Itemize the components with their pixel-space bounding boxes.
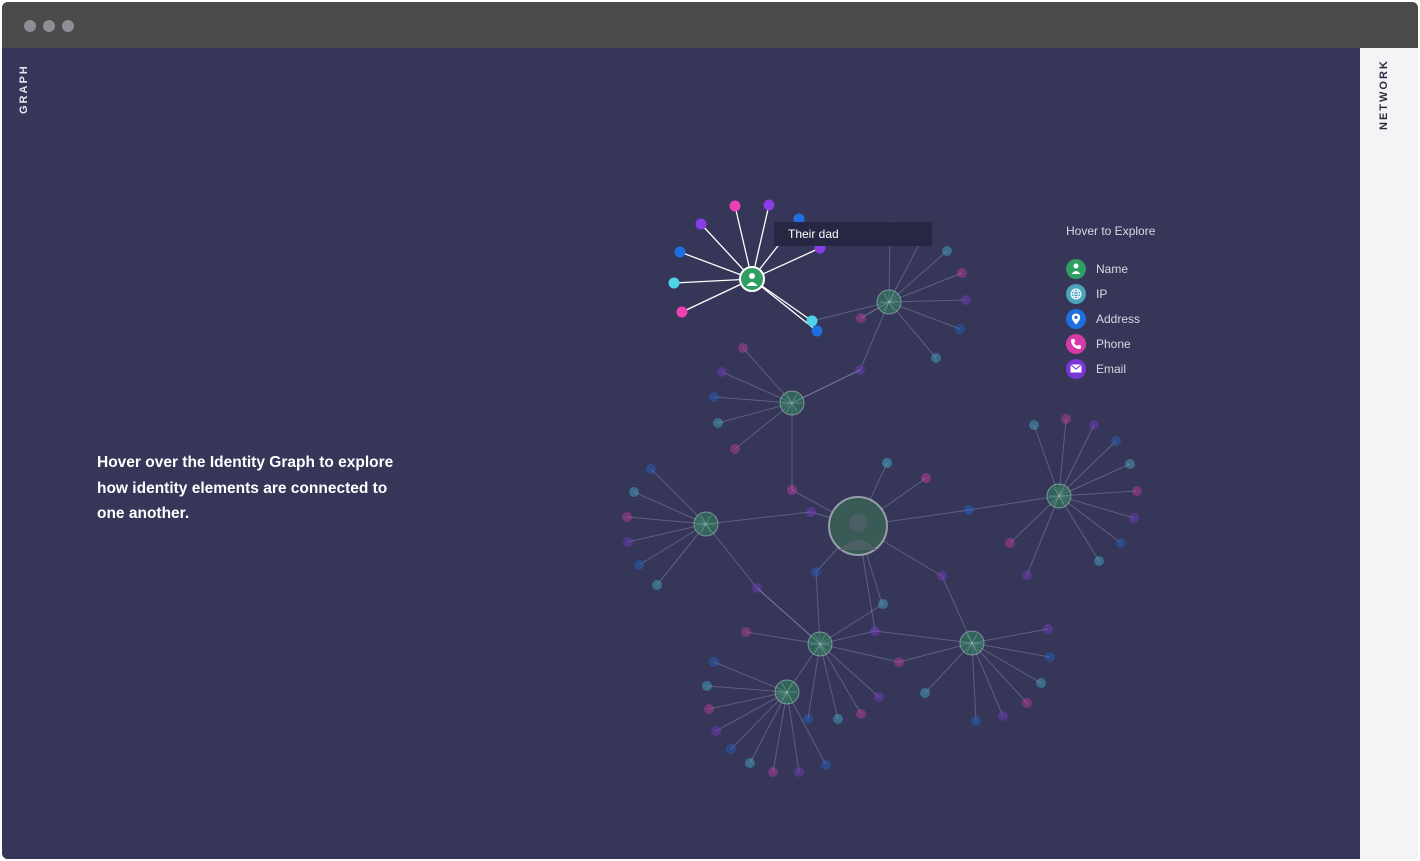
graph-node: [921, 473, 931, 483]
graph-node: [738, 343, 748, 353]
graph-node: [878, 599, 888, 609]
graph-node: [629, 487, 639, 497]
highlighted-node: [811, 325, 823, 337]
graph-node: [1029, 420, 1039, 430]
graph-node: [709, 657, 719, 667]
graph-node: [1089, 420, 1099, 430]
location-pin-icon: [1066, 308, 1086, 329]
envelope-icon: [1066, 358, 1086, 379]
highlighted-node: [729, 200, 741, 212]
graph-edge: [1026, 495, 1060, 576]
graph-node: [811, 567, 821, 577]
highlighted-node: [695, 218, 707, 230]
graph-node: [870, 626, 880, 636]
graph-node: [1129, 513, 1139, 523]
phone-icon: [1066, 333, 1086, 354]
legend-item-email: Email: [1066, 356, 1206, 381]
graph-node: [709, 392, 719, 402]
graph-node: [1116, 538, 1126, 548]
graph-node: [745, 758, 755, 768]
graph-node: [717, 367, 727, 377]
highlighted-node: [674, 246, 686, 258]
graph-node: [964, 505, 974, 515]
graph-node: [833, 714, 843, 724]
legend: Hover to Explore Name IP Address Phone E…: [1066, 224, 1206, 381]
graph-node: [1061, 414, 1071, 424]
network-tab-label[interactable]: NETWORK: [1378, 59, 1390, 130]
close-window-dot[interactable]: [24, 20, 36, 32]
graph-node: [1132, 486, 1142, 496]
graph-node: [634, 560, 644, 570]
person-icon: [1066, 258, 1086, 279]
graph-node: [937, 571, 947, 581]
graph-edge: [968, 495, 1060, 511]
graph-node: [961, 295, 971, 305]
graph-node: [711, 726, 721, 736]
graph-node: [971, 716, 981, 726]
maximize-window-dot[interactable]: [62, 20, 74, 32]
graph-edge: [874, 630, 973, 644]
title-bar: [2, 2, 1418, 48]
graph-node: [1022, 570, 1032, 580]
graph-node: [942, 246, 952, 256]
graph-node: [741, 627, 751, 637]
graph-node: [821, 760, 831, 770]
graph-node: [768, 767, 778, 777]
graph-node: [704, 704, 714, 714]
legend-item-name: Name: [1066, 256, 1206, 281]
legend-item-address: Address: [1066, 306, 1206, 331]
network-tab[interactable]: NETWORK: [1360, 48, 1418, 859]
graph-node: [856, 709, 866, 719]
person-silhouette-head: [849, 514, 867, 532]
person-icon: [749, 273, 755, 279]
graph-node: [1045, 652, 1055, 662]
graph-node: [1022, 698, 1032, 708]
legend-item-ip: IP: [1066, 281, 1206, 306]
graph-node: [713, 418, 723, 428]
graph-node: [998, 711, 1008, 721]
graph-node: [726, 744, 736, 754]
graph-node: [931, 353, 941, 363]
graph-node: [646, 464, 656, 474]
graph-node: [730, 444, 740, 454]
graph-node: [1125, 459, 1135, 469]
graph-node: [752, 583, 762, 593]
graph-node: [803, 714, 813, 724]
browser-window: GRAPH Hover over the Identity Graph to e…: [2, 2, 1418, 859]
highlighted-node: [763, 199, 775, 211]
graph-node: [894, 657, 904, 667]
graph-node: [874, 692, 884, 702]
graph-node: [787, 485, 797, 495]
graph-node: [1043, 624, 1053, 634]
highlighted-node: [668, 277, 680, 289]
globe-icon: [1066, 283, 1086, 304]
graph-node: [1036, 678, 1046, 688]
graph-panel: GRAPH Hover over the Identity Graph to e…: [2, 48, 1360, 859]
graph-node: [623, 537, 633, 547]
graph-node: [794, 767, 804, 777]
graph-node: [855, 365, 865, 375]
graph-node: [920, 688, 930, 698]
graph-node: [1094, 556, 1104, 566]
highlighted-node: [806, 315, 818, 327]
graph-node: [702, 681, 712, 691]
graph-node: [1005, 538, 1015, 548]
graph-node: [1111, 436, 1121, 446]
legend-item-phone: Phone: [1066, 331, 1206, 356]
graph-node: [652, 580, 662, 590]
graph-node: [957, 268, 967, 278]
graph-node: [622, 512, 632, 522]
legend-title: Hover to Explore: [1066, 224, 1156, 238]
graph-edge: [705, 511, 812, 525]
highlighted-node: [676, 306, 688, 318]
graph-node: [955, 324, 965, 334]
graph-node: [806, 507, 816, 517]
intro-text: Hover over the Identity Graph to explore…: [97, 454, 394, 522]
graph-node: [882, 458, 892, 468]
node-tooltip: Their dad: [774, 222, 932, 246]
graph-tab-label[interactable]: GRAPH: [18, 64, 30, 114]
minimize-window-dot[interactable]: [43, 20, 55, 32]
graph-node: [856, 313, 866, 323]
